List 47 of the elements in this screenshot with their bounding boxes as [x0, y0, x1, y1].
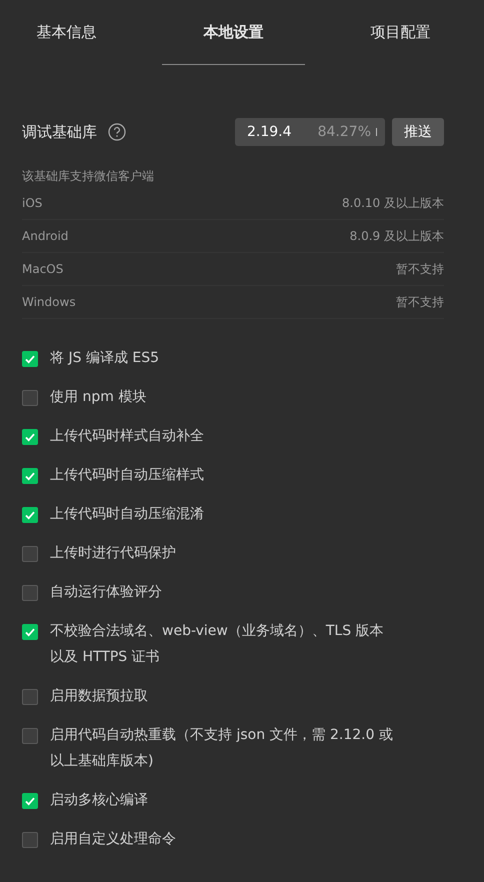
option-label: 不校验合法域名、web-view（业务域名）、TLS 版本以及 HTTPS 证书	[50, 622, 385, 667]
option-label: 上传代码时样式自动补全	[50, 427, 204, 446]
platform-name: MacOS	[22, 262, 64, 276]
option-label: 上传代码时自动压缩混淆	[50, 505, 204, 524]
checkbox[interactable]	[22, 624, 38, 640]
support-version: 8.0.10 及以上版本	[342, 194, 444, 212]
checkbox[interactable]	[22, 832, 38, 848]
push-button[interactable]: 推送	[392, 118, 444, 146]
check-icon	[24, 795, 36, 807]
platform-name: Windows	[22, 295, 76, 309]
checkbox[interactable]	[22, 546, 38, 562]
tab[interactable]: 项目配置	[317, 0, 484, 65]
check-icon	[24, 353, 36, 365]
platform-name: Android	[22, 229, 68, 243]
checkbox[interactable]	[22, 507, 38, 523]
version-select[interactable]: 2.19.4 84.27%	[235, 118, 385, 146]
platform-name: iOS	[22, 196, 42, 210]
library-label: 调试基础库	[22, 122, 97, 142]
checkbox[interactable]	[22, 793, 38, 809]
option-label: 上传时进行代码保护	[50, 544, 176, 563]
option-label: 将 JS 编译成 ES5	[50, 349, 160, 368]
check-icon	[24, 626, 36, 638]
support-version: 暂不支持	[396, 294, 444, 310]
scroll-mark-icon	[376, 128, 377, 136]
checkbox[interactable]	[22, 689, 38, 705]
check-icon	[24, 509, 36, 521]
support-version: 暂不支持	[396, 260, 444, 278]
option-label: 启用自定义处理命令	[50, 830, 176, 849]
tab[interactable]: 本地设置	[162, 0, 305, 65]
tab[interactable]: 基本信息	[0, 0, 150, 65]
checkbox[interactable]	[22, 468, 38, 484]
option-label: 上传代码时自动压缩样式	[50, 466, 204, 485]
checkbox[interactable]	[22, 390, 38, 406]
checkbox[interactable]	[22, 351, 38, 367]
support-version: 8.0.9 及以上版本	[350, 228, 444, 244]
check-icon	[24, 431, 36, 443]
option-label: 启用代码自动热重载（不支持 json 文件，需 2.12.0 或以上基础库版本)	[50, 726, 394, 771]
option-label: 自动运行体验评分	[50, 583, 162, 602]
option-label: 使用 npm 模块	[50, 388, 146, 407]
option-label: 启用数据预拉取	[50, 687, 148, 706]
clients-caption: 该基础库支持微信客户端	[22, 168, 155, 185]
check-icon	[24, 470, 36, 482]
checkbox[interactable]	[22, 429, 38, 445]
help-icon[interactable]	[108, 123, 126, 141]
option-label: 启动多核心编译	[50, 791, 148, 810]
checkbox[interactable]	[22, 728, 38, 744]
checkbox[interactable]	[22, 585, 38, 601]
